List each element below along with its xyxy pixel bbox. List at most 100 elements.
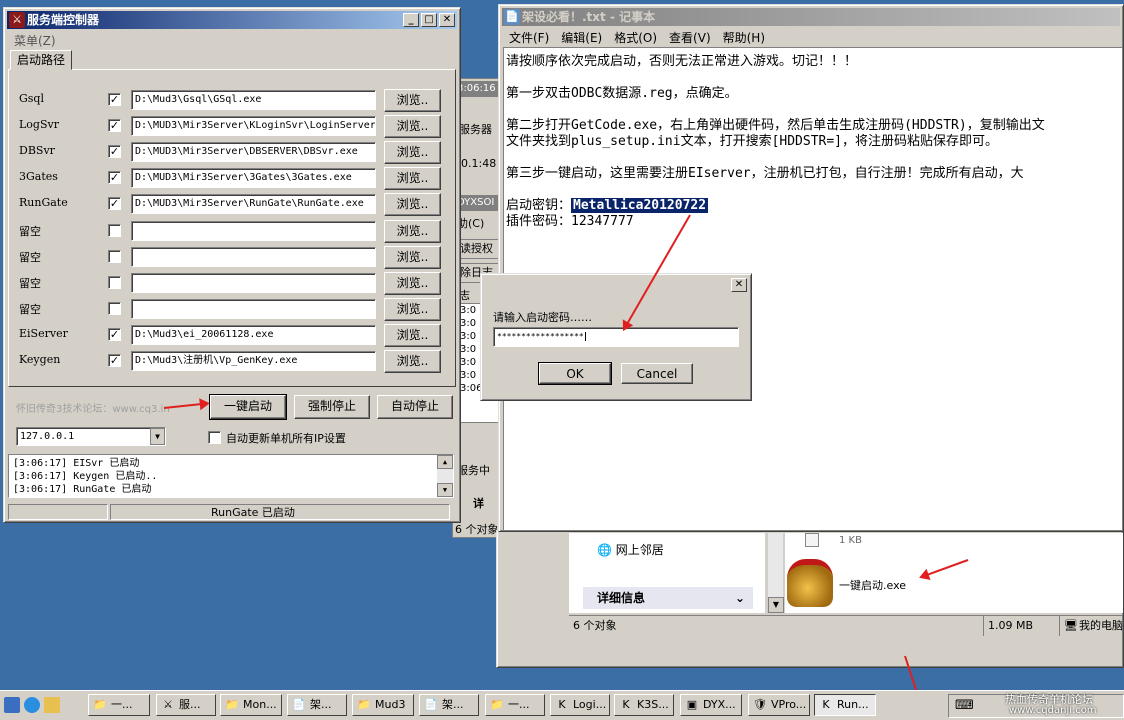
taskbar-button[interactable]: 📁 一... <box>485 694 545 716</box>
server-enable-checkbox[interactable]: ✓ <box>108 197 121 210</box>
taskbar-button-label: K3S... <box>637 698 669 711</box>
server-path-input[interactable]: D:\MUD3\Mir3Server\DBSERVER\DBSvr.exe <box>131 142 376 162</box>
server-path-input[interactable]: D:\Mud3\ei_20061128.exe <box>131 325 376 345</box>
dialog-prompt: 请输入启动密码…… <box>493 311 592 324</box>
server-enable-checkbox[interactable] <box>108 250 121 263</box>
helmet-icon[interactable] <box>787 559 833 607</box>
app-icon: ⚔ <box>163 698 173 711</box>
browse-button[interactable]: 浏览.. <box>384 141 441 164</box>
scroll-down-icon[interactable]: ▼ <box>437 483 453 497</box>
menu-format[interactable]: 格式(O) <box>608 29 663 46</box>
tab-startup-path[interactable]: 启动路径 <box>10 50 73 70</box>
ok-button[interactable]: OK <box>538 362 612 385</box>
minimize-button[interactable]: _ <box>403 13 419 27</box>
browse-button[interactable]: 浏览.. <box>384 193 441 216</box>
app-icon: 📁 <box>357 698 371 711</box>
server-enable-checkbox[interactable] <box>108 224 121 237</box>
force-stop-button[interactable]: 强制停止 <box>294 395 370 419</box>
one-key-start-button[interactable]: 一键启动 <box>209 394 287 420</box>
taskbar-button-label: 一... <box>508 698 530 711</box>
quicklaunch-desktop-icon[interactable] <box>4 697 20 713</box>
server-enable-checkbox[interactable]: ✓ <box>108 145 121 158</box>
menu-main[interactable]: 菜单(Z) <box>8 32 62 49</box>
server-path-input[interactable]: D:\MUD3\Mir3Server\KLoginSvr\LoginServer <box>131 116 376 136</box>
tab-label: 启动路径 <box>17 53 66 67</box>
password-input[interactable]: ****************** <box>493 327 739 347</box>
notepad-menubar: 文件(F) 编辑(E) 格式(O) 查看(V) 帮助(H) <box>503 27 1119 47</box>
server-path-input[interactable]: D:\Mud3\Gsql\GSql.exe <box>131 90 376 110</box>
quicklaunch-ie-icon[interactable] <box>24 697 40 713</box>
text-line-3b: 文件夹找到plus_setup.ini文本，打开搜索[HDDSTR=]，将注册码… <box>506 134 999 149</box>
server-enable-checkbox[interactable]: ✓ <box>108 328 121 341</box>
server-enable-checkbox[interactable]: ✓ <box>108 93 121 106</box>
menu-edit[interactable]: 编辑(E) <box>555 29 608 46</box>
log-scrollbar[interactable]: ▲ ▼ <box>437 455 453 497</box>
browse-button[interactable]: 浏览.. <box>384 272 441 295</box>
browse-button[interactable]: 浏览.. <box>384 220 441 243</box>
server-path-input[interactable]: D:\MUD3\Mir3Server\RunGate\RunGate.exe <box>131 194 376 214</box>
cancel-button[interactable]: Cancel <box>621 363 693 384</box>
server-name-label: 留空 <box>19 251 41 264</box>
chevron-down-icon[interactable]: ⌄ <box>735 587 745 609</box>
browse-button[interactable]: 浏览.. <box>384 324 441 347</box>
taskbar-button[interactable]: ⚔ 服... <box>156 694 216 716</box>
taskbar-button[interactable]: K Logi... <box>550 694 610 716</box>
taskbar-button[interactable]: 📄 架... <box>419 694 479 716</box>
chevron-down-icon[interactable]: ▼ <box>150 428 165 445</box>
close-button[interactable]: ✕ <box>439 13 455 27</box>
taskbar-button[interactable]: K K3S... <box>614 694 674 716</box>
server-name-label: 留空 <box>19 277 41 290</box>
taskbar-button[interactable]: 📄 架... <box>287 694 347 716</box>
server-enable-checkbox[interactable] <box>108 276 121 289</box>
taskbar-button[interactable]: 📁 Mon... <box>220 694 282 716</box>
server-enable-checkbox[interactable]: ✓ <box>108 354 121 367</box>
server-path-input[interactable] <box>131 247 376 267</box>
notepad-titlebar[interactable]: 📄 架设必看！.txt - 记事本 <box>502 8 1120 26</box>
explorer-file-area: 1 KB 一键启动.exe <box>785 533 1123 613</box>
menu-help[interactable]: 帮助(H) <box>717 29 771 46</box>
scroll-up-icon[interactable]: ▲ <box>437 455 453 469</box>
maximize-button[interactable]: □ <box>421 13 437 27</box>
server-path-input[interactable] <box>131 273 376 293</box>
log-list[interactable]: [3:06:17] EISvr 已启动 [3:06:17] Keygen 已启动… <box>8 454 454 498</box>
menu-view[interactable]: 查看(V) <box>663 29 717 46</box>
taskbar-button-label: Logi... <box>573 698 607 711</box>
dialog-close-button[interactable]: ✕ <box>731 278 747 292</box>
quicklaunch-folder-icon[interactable] <box>44 697 60 713</box>
taskbar-button[interactable]: 🛡 VPro... <box>748 694 810 716</box>
plugin-password-line: 插件密码：12347777 <box>506 214 634 229</box>
server-path-input[interactable]: D:\MUD3\Mir3Server\3Gates\3Gates.exe <box>131 168 376 188</box>
bg-server-label: 服务器 <box>459 123 492 136</box>
password-value: ****************** <box>497 332 584 341</box>
server-enable-checkbox[interactable]: ✓ <box>108 171 121 184</box>
server-enable-checkbox[interactable] <box>108 302 121 315</box>
browse-button[interactable]: 浏览.. <box>384 298 441 321</box>
browse-button[interactable]: 浏览.. <box>384 89 441 112</box>
taskbar-button[interactable]: 📁 一... <box>88 694 150 716</box>
browse-button[interactable]: 浏览.. <box>384 115 441 138</box>
browse-button[interactable]: 浏览.. <box>384 246 441 269</box>
taskbar-button[interactable]: K Run... <box>814 694 876 716</box>
browse-button[interactable]: 浏览.. <box>384 167 441 190</box>
ip-select[interactable]: 127.0.0.1 ▼ <box>16 427 166 446</box>
keyboard-icon[interactable]: ⌨ <box>955 698 974 713</box>
server-path-input[interactable] <box>131 299 376 319</box>
explorer-scrollbar[interactable]: ▼ <box>767 533 784 613</box>
details-panel[interactable]: 详细信息 ⌄ <box>583 587 753 609</box>
server-path-input[interactable]: D:\Mud3\注册机\Vp_GenKey.exe <box>131 351 376 371</box>
server-path-input[interactable] <box>131 221 376 241</box>
server-title: 服务端控制器 <box>27 13 100 27</box>
auto-stop-button[interactable]: 自动停止 <box>377 395 453 419</box>
taskbar-button[interactable]: ▣ DYX... <box>680 694 742 716</box>
auto-update-checkbox[interactable] <box>208 431 221 444</box>
server-enable-checkbox[interactable]: ✓ <box>108 119 121 132</box>
scroll-down-icon[interactable]: ▼ <box>768 597 784 613</box>
taskbar: 📁 一... ⚔ 服... 📁 Mon... 📄 架... 📁 Mud3 📄 架... 📁 一... K Lo… <box>0 690 1124 720</box>
browse-button[interactable]: 浏览.. <box>384 350 441 373</box>
menu-file[interactable]: 文件(F) <box>503 29 555 46</box>
app-icon: 📁 <box>93 698 107 711</box>
taskbar-button[interactable]: 📁 Mud3 <box>352 694 414 716</box>
file-name-label[interactable]: 一键启动.exe <box>839 577 906 593</box>
network-places[interactable]: 🌐 网上邻居 <box>597 541 664 558</box>
server-titlebar[interactable]: ⚔ 服务端控制器 _ □ ✕ <box>7 11 457 29</box>
